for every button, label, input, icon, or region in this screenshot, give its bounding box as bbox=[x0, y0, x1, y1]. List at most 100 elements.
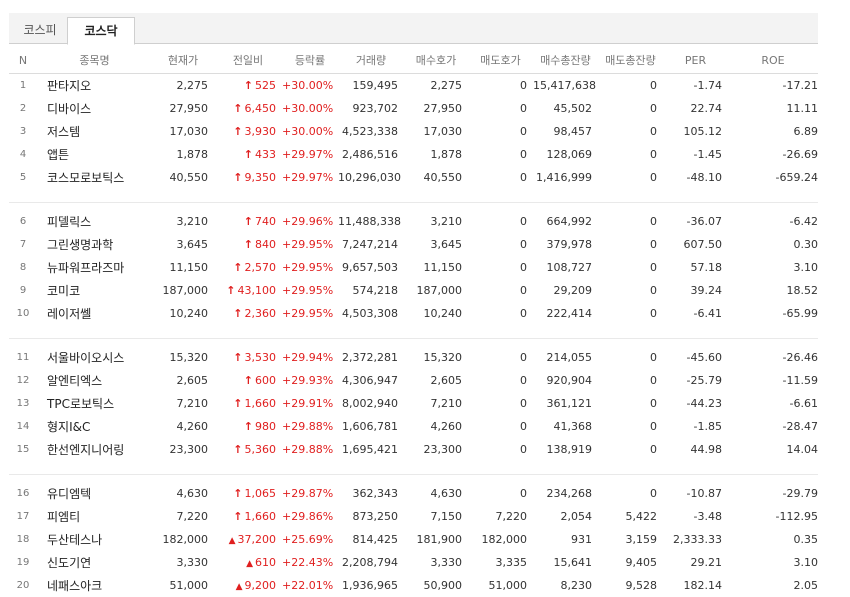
change-rate-text: +29.87% bbox=[282, 487, 334, 500]
ask-total: 0 bbox=[598, 279, 663, 302]
stock-name-link[interactable]: 알엔티엑스 bbox=[37, 369, 152, 392]
change-rate: +29.88% bbox=[282, 415, 338, 438]
price-change-text: 1,065 bbox=[244, 487, 277, 500]
row-rank: 11 bbox=[9, 346, 37, 369]
current-price: 11,150 bbox=[152, 256, 214, 279]
tab-kospi[interactable]: 코스피 bbox=[12, 17, 68, 43]
trade-volume: 1,936,965 bbox=[338, 574, 404, 597]
col-header-per[interactable]: PER bbox=[663, 47, 728, 74]
bid-price-text: 181,900 bbox=[416, 533, 463, 546]
row-rank-text: 3 bbox=[19, 126, 27, 137]
roe-value-text: 18.52 bbox=[786, 284, 819, 297]
roe-value: 3.10 bbox=[728, 551, 819, 574]
spacer-cell bbox=[9, 339, 818, 347]
per-value-text: 182.14 bbox=[683, 579, 723, 592]
roe-value: -28.47 bbox=[728, 415, 818, 438]
stock-name-link[interactable]: 한선엔지니어링 bbox=[37, 438, 152, 461]
ask-total: 0 bbox=[598, 392, 663, 415]
bid-total: 361,121 bbox=[533, 392, 598, 415]
bid-total: 664,992 bbox=[533, 210, 598, 233]
stock-name-link[interactable]: TPC로보틱스 bbox=[37, 392, 152, 415]
stock-name-link[interactable]: 네패스아크 bbox=[37, 574, 152, 597]
ask-price-text: 0 bbox=[520, 397, 527, 410]
roe-value: -26.46 bbox=[728, 346, 818, 369]
stock-name-link[interactable]: 형지I&C bbox=[37, 415, 152, 438]
stock-name-link[interactable]: 코스모로보틱스 bbox=[37, 166, 152, 189]
trade-volume: 1,606,781 bbox=[338, 415, 404, 438]
stock-name-link[interactable]: 유디엠텍 bbox=[37, 482, 152, 505]
stock-name-link[interactable]: 피델릭스 bbox=[37, 210, 152, 233]
price-change-text: 9,200 bbox=[244, 579, 277, 592]
price-change: ↑ 1,660 bbox=[214, 392, 282, 415]
current-price: 27,950 bbox=[152, 97, 214, 120]
change-rate-text: +29.88% bbox=[282, 420, 334, 433]
tab-kosdaq[interactable]: 코스닥 bbox=[67, 17, 135, 45]
ask-price: 0 bbox=[468, 233, 533, 256]
bid-price: 4,260 bbox=[404, 415, 468, 438]
stock-name-link[interactable]: 코미코 bbox=[37, 279, 152, 302]
stock-name-link[interactable]: 앱튼 bbox=[37, 143, 152, 166]
change-rate-text: +29.88% bbox=[282, 443, 334, 456]
col-header-rate[interactable]: 등락률 bbox=[282, 47, 338, 74]
change-rate-text: +29.95% bbox=[282, 307, 334, 320]
per-value-text: -6.41 bbox=[693, 307, 722, 320]
change-rate: +30.00% bbox=[282, 120, 338, 143]
col-header-roe[interactable]: ROE bbox=[728, 47, 818, 74]
stock-name-link[interactable]: 피엠티 bbox=[37, 505, 152, 528]
stock-name-link[interactable]: 서울바이오시스 bbox=[37, 346, 152, 369]
col-header-name[interactable]: 종목명 bbox=[37, 47, 152, 74]
price-change: ↑ 43,100 bbox=[214, 279, 282, 302]
roe-value-text: -17.21 bbox=[782, 79, 818, 92]
bid-total-text: 361,121 bbox=[546, 397, 593, 410]
stock-name-link[interactable]: 그린생명과학 bbox=[37, 233, 152, 256]
roe-value: 0.30 bbox=[728, 233, 819, 256]
stock-name-link[interactable]: 판타지오 bbox=[37, 74, 152, 98]
stock-name-link[interactable]: 저스템 bbox=[37, 120, 152, 143]
col-header-ask[interactable]: 매도호가 bbox=[468, 47, 533, 74]
ask-total-text: 0 bbox=[650, 171, 657, 184]
table-row: 18 두산테스나 182,000 ▲ 37,200 +25.69% 814,425 181,9… bbox=[9, 528, 818, 551]
bid-price-text: 3,330 bbox=[430, 556, 463, 569]
stock-name-link[interactable]: 신도기연 bbox=[37, 551, 152, 574]
roe-value: -11.59 bbox=[728, 369, 818, 392]
ask-price-text: 0 bbox=[520, 102, 527, 115]
per-value: -45.60 bbox=[663, 346, 728, 369]
bid-total-text: 15,641 bbox=[553, 556, 593, 569]
col-header-bid-total[interactable]: 매수총잔량 bbox=[533, 47, 598, 74]
table-row: 11 서울바이오시스 15,320 ↑ 3,530 +29.94% 2,372,281 15,… bbox=[9, 346, 818, 369]
stock-name-link[interactable]: 두산테스나 bbox=[37, 528, 152, 551]
stock-name-link-text: TPC로보틱스 bbox=[47, 397, 115, 411]
ask-price: 0 bbox=[468, 482, 533, 505]
bid-total-text: 214,055 bbox=[546, 351, 593, 364]
price-change-text: 2,570 bbox=[244, 261, 277, 274]
per-value: 44.98 bbox=[663, 438, 728, 461]
ask-total: 3,159 bbox=[598, 528, 663, 551]
ask-total: 0 bbox=[598, 74, 663, 98]
group-separator bbox=[9, 325, 818, 339]
bid-total: 15,417,638 bbox=[533, 74, 598, 98]
bid-price: 187,000 bbox=[404, 279, 468, 302]
table-row: 15 한선엔지니어링 23,300 ↑ 5,360 +29.88% 1,695,421 23,… bbox=[9, 438, 818, 461]
current-price: 2,275 bbox=[152, 74, 214, 98]
current-price-text: 17,030 bbox=[169, 125, 209, 138]
col-header-volume[interactable]: 거래량 bbox=[338, 47, 404, 74]
bid-total-text: 41,368 bbox=[553, 420, 593, 433]
roe-value: -29.79 bbox=[728, 482, 818, 505]
trade-volume-text: 8,002,940 bbox=[342, 397, 398, 410]
col-header-ask-total[interactable]: 매도총잔량 bbox=[598, 47, 663, 74]
per-value: -1.85 bbox=[663, 415, 728, 438]
stock-name-link[interactable]: 레이저쎌 bbox=[37, 302, 152, 325]
stock-name-link[interactable]: 뉴파워프라즈마 bbox=[37, 256, 152, 279]
col-header-change[interactable]: 전일비 bbox=[214, 47, 282, 74]
col-header-bid[interactable]: 매수호가 bbox=[404, 47, 468, 74]
bid-total: 108,727 bbox=[533, 256, 598, 279]
stock-name-link[interactable]: 디바이스 bbox=[37, 97, 152, 120]
col-header-price[interactable]: 현재가 bbox=[152, 47, 214, 74]
row-rank-text: 4 bbox=[19, 149, 27, 160]
table-row: 2 디바이스 27,950 ↑ 6,450 +30.00% 923,702 27,950 0 45… bbox=[9, 97, 818, 120]
ask-price-text: 0 bbox=[520, 125, 527, 138]
ask-price-text: 0 bbox=[520, 487, 527, 500]
change-rate: +22.01% bbox=[282, 574, 338, 597]
per-value-text: 44.98 bbox=[690, 443, 723, 456]
per-value: 39.24 bbox=[663, 279, 728, 302]
